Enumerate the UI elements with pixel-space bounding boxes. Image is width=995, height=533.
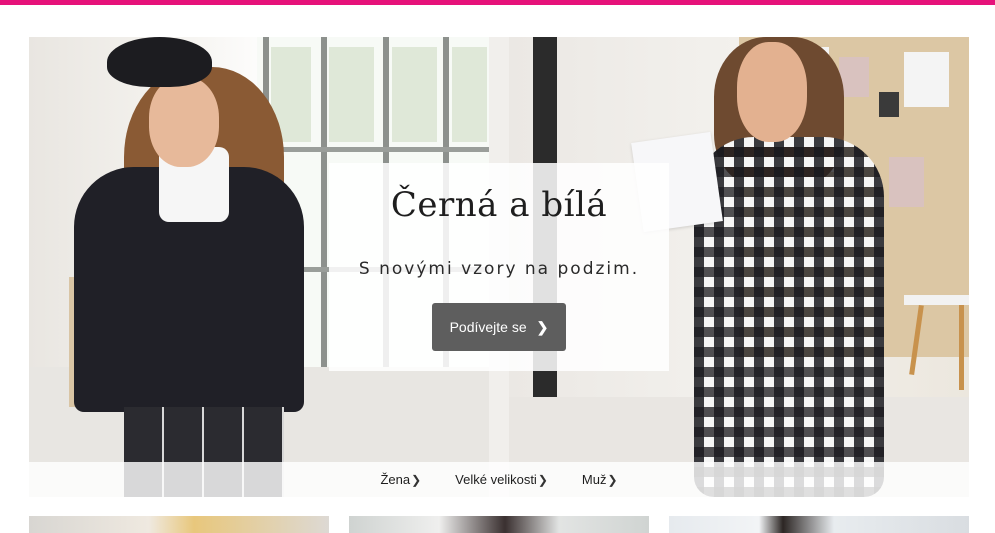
promo-subtitle: S novými vzory na podzim. <box>358 259 640 279</box>
teaser-tile[interactable] <box>349 516 649 533</box>
view-collection-button[interactable]: Podívejte se ❯ <box>432 303 566 351</box>
category-link-velke-velikosti[interactable]: Velké velikosti ❯ <box>455 472 548 487</box>
category-links: Žena ❯ Velké velikosti ❯ Muž ❯ <box>29 462 969 497</box>
brand-accent-bar <box>0 0 995 5</box>
chevron-right-icon: ❯ <box>537 472 548 487</box>
teaser-tile[interactable] <box>669 516 969 533</box>
category-label: Muž <box>581 472 607 487</box>
teaser-tile[interactable] <box>29 516 329 533</box>
chevron-right-icon: ❯ <box>607 472 618 487</box>
hero-banner[interactable]: Černá a bílá S novými vzory na podzim. P… <box>29 37 969 497</box>
category-link-zena[interactable]: Žena ❯ <box>380 472 421 487</box>
chevron-right-icon: ❯ <box>536 318 549 335</box>
category-link-muz[interactable]: Muž ❯ <box>582 472 618 487</box>
promo-overlay: Černá a bílá S novými vzory na podzim. P… <box>329 163 669 371</box>
category-label: Velké velikosti <box>455 472 537 487</box>
chevron-right-icon: ❯ <box>411 472 422 487</box>
promo-title: Černá a bílá <box>390 185 608 225</box>
category-label: Žena <box>380 472 411 487</box>
view-collection-label: Podívejte se <box>449 319 527 335</box>
